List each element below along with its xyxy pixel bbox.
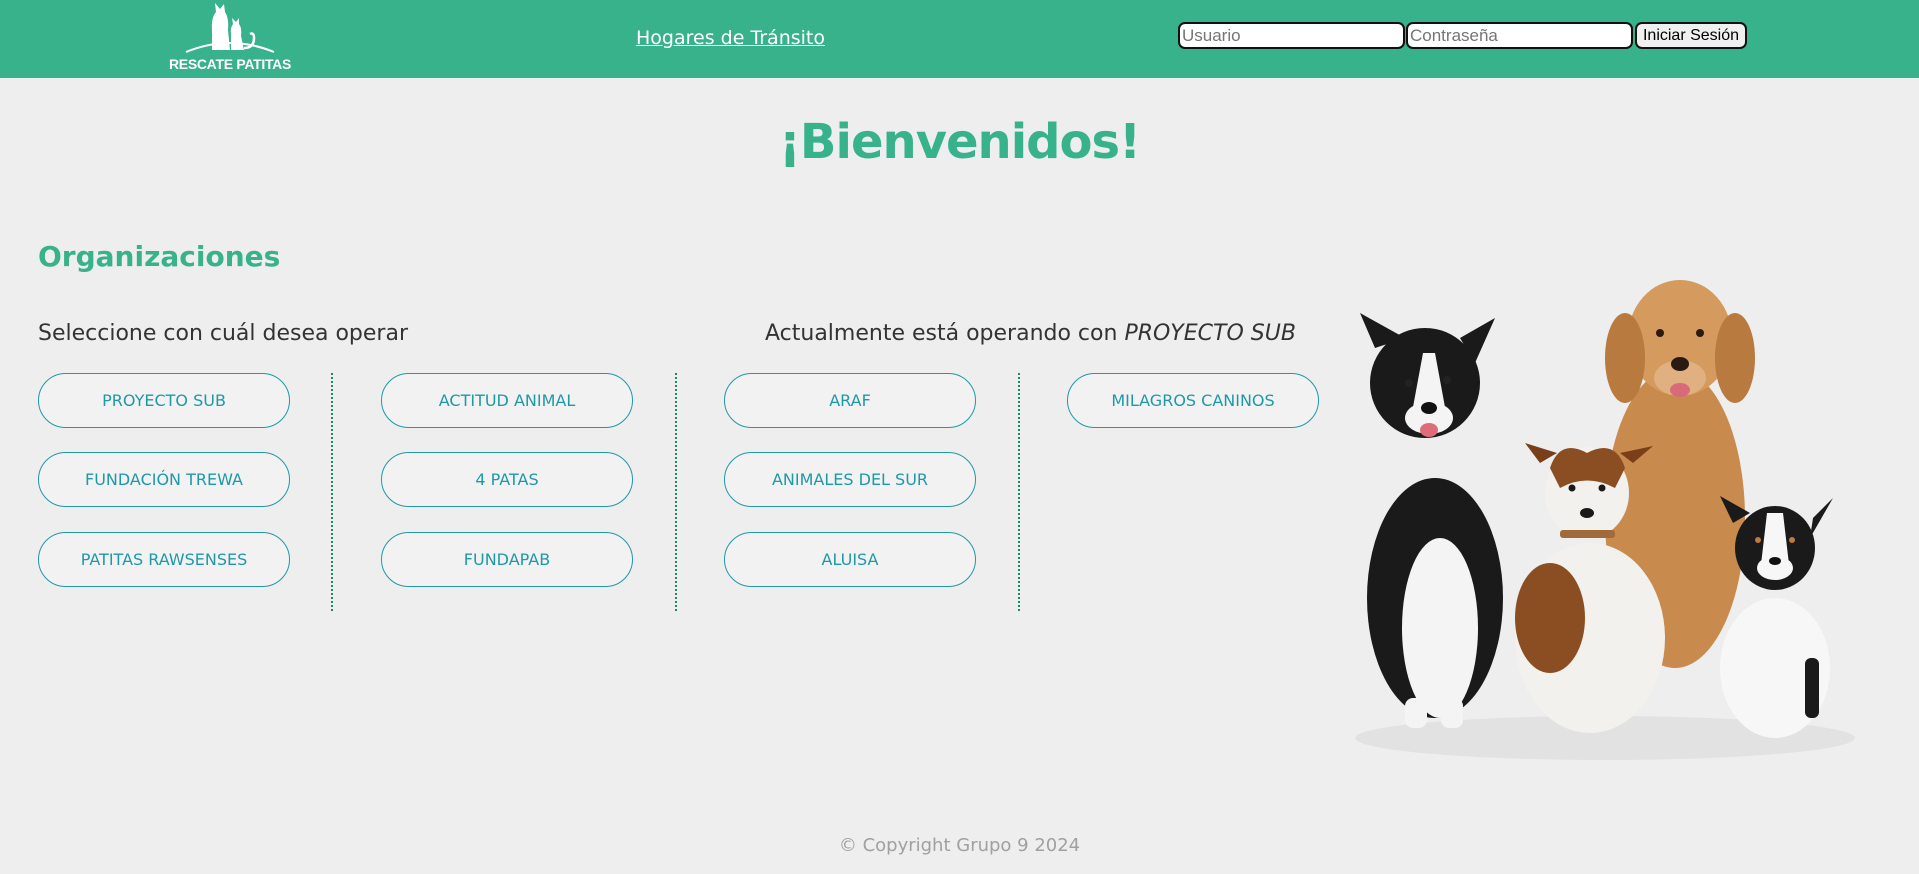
current-org-status: Actualmente está operando con PROYECTO S…: [765, 321, 1296, 346]
org-button-araf[interactable]: ARAF: [724, 373, 976, 428]
column-divider: [1018, 373, 1020, 611]
org-button-aluisa[interactable]: ALUISA: [724, 532, 976, 587]
dogs-image: [1355, 280, 1855, 760]
org-button-proyecto-sub[interactable]: PROYECTO SUB: [38, 373, 290, 428]
password-input[interactable]: [1406, 22, 1633, 49]
dog-cat-logo-icon: [185, 3, 275, 53]
org-button-milagros-caninos[interactable]: MILAGROS CANINOS: [1067, 373, 1319, 428]
username-input[interactable]: [1178, 22, 1405, 49]
top-header: RESCATE PATITAS Hogares de Tránsito Inic…: [0, 0, 1919, 78]
column-divider: [675, 373, 677, 611]
current-org-prefix: Actualmente está operando con: [765, 321, 1118, 346]
section-title: Organizaciones: [38, 240, 281, 273]
org-button-fundapab[interactable]: FUNDAPAB: [381, 532, 633, 587]
rescate-patitas-logo[interactable]: RESCATE PATITAS: [168, 0, 292, 76]
column-divider: [331, 373, 333, 611]
org-button-actitud-animal[interactable]: ACTITUD ANIMAL: [381, 373, 633, 428]
login-button[interactable]: Iniciar Sesión: [1635, 22, 1747, 49]
page-title: ¡Bienvenidos!: [779, 114, 1141, 170]
org-button-patitas-rawsenses[interactable]: PATITAS RAWSENSES: [38, 532, 290, 587]
nav-link-hogares-transito[interactable]: Hogares de Tránsito: [636, 27, 825, 49]
org-button-animales-del-sur[interactable]: ANIMALES DEL SUR: [724, 452, 976, 507]
border-collie-dog: [1360, 313, 1503, 728]
org-button-fundacion-trewa[interactable]: FUNDACIÓN TREWA: [38, 452, 290, 507]
current-org-name: PROYECTO SUB: [1124, 321, 1296, 346]
footer-copyright: © Copyright Grupo 9 2024: [838, 835, 1081, 856]
logo-text: RESCATE PATITAS: [168, 56, 292, 72]
select-prompt: Seleccione con cuál desea operar: [38, 321, 409, 346]
org-button-4-patas[interactable]: 4 PATAS: [381, 452, 633, 507]
